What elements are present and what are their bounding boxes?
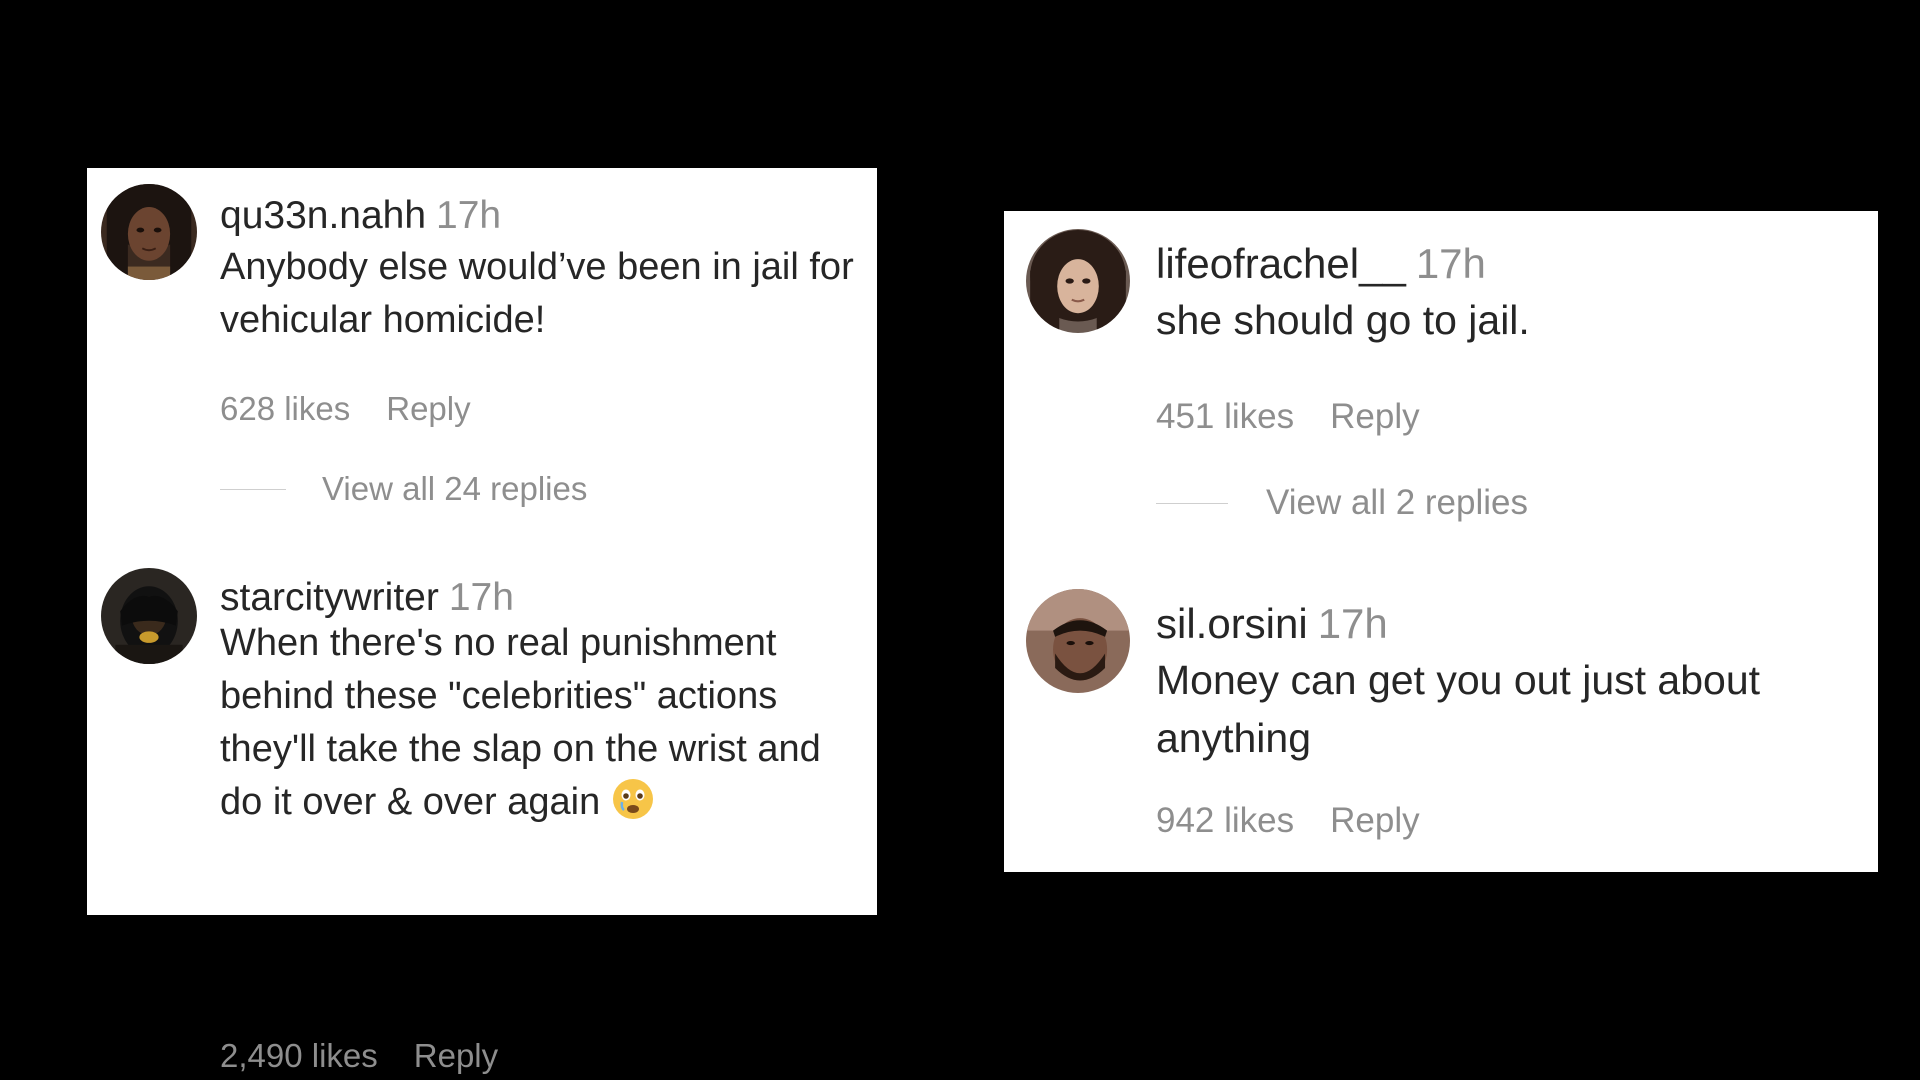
likes-count[interactable]: 2,490 likes [220,1037,378,1074]
avatar-icon [1026,229,1130,333]
reply-button[interactable]: Reply [1330,801,1419,840]
avatar[interactable] [1026,589,1130,693]
reply-button[interactable]: Reply [1330,397,1419,436]
comment-text: Money can get you out just about anythin… [1156,657,1761,761]
comment-body: sil.orsini 17h Money can get you out just… [1156,603,1862,767]
crying-face-icon [612,778,654,825]
avatar[interactable] [101,184,197,280]
likes-count[interactable]: 942 likes [1156,801,1294,840]
view-replies-label: View all 2 replies [1266,483,1528,522]
comment-body: qu33n.nahh 17h Anybody else would’ve been… [220,196,861,347]
comment-timestamp[interactable]: 17h [449,576,514,619]
view-replies-label: View all 24 replies [322,470,588,507]
replies-divider [1156,502,1228,504]
comment-username[interactable]: qu33n.nahh [220,194,426,237]
avatar[interactable] [101,568,197,664]
comment-timestamp[interactable]: 17h [436,194,501,237]
comment-actions: 2,490 likes Reply [220,1037,498,1075]
avatar-icon [1026,589,1130,693]
comment-username[interactable]: sil.orsini [1156,600,1308,647]
avatar-icon [101,568,197,664]
comment-username[interactable]: lifeofrachel__ [1156,240,1406,287]
comment-body: starcitywriter 17h When there's no real p… [220,578,861,829]
replies-divider [220,488,286,490]
comment-timestamp[interactable]: 17h [1416,240,1486,287]
comment-actions: 451 likes Reply [1156,397,1420,437]
avatar-icon [101,184,197,280]
comments-panel-right: lifeofrachel__ 17h she should go to jail.… [1004,211,1878,872]
comment-body: lifeofrachel__ 17h she should go to jail. [1156,243,1862,349]
likes-count[interactable]: 451 likes [1156,397,1294,436]
comment-actions: 942 likes Reply [1156,801,1420,841]
comments-panel-left: qu33n.nahh 17h Anybody else would’ve been… [87,168,877,1074]
avatar[interactable] [1026,229,1130,333]
comment-text: When there's no real punishment behind t… [220,622,821,823]
reply-button[interactable]: Reply [386,390,470,427]
view-replies-button[interactable]: View all 24 replies [220,470,587,508]
likes-count[interactable]: 628 likes [220,390,350,427]
view-replies-button[interactable]: View all 2 replies [1156,483,1528,523]
reply-button[interactable]: Reply [414,1037,498,1074]
comment-timestamp[interactable]: 17h [1318,600,1388,647]
comment-text: she should go to jail. [1156,297,1530,343]
comment-text: Anybody else would’ve been in jail for v… [220,246,854,341]
comment-actions: 628 likes Reply [220,390,471,428]
screenshot-canvas: qu33n.nahh 17h Anybody else would’ve been… [0,0,1920,1080]
comment-username[interactable]: starcitywriter [220,576,439,619]
